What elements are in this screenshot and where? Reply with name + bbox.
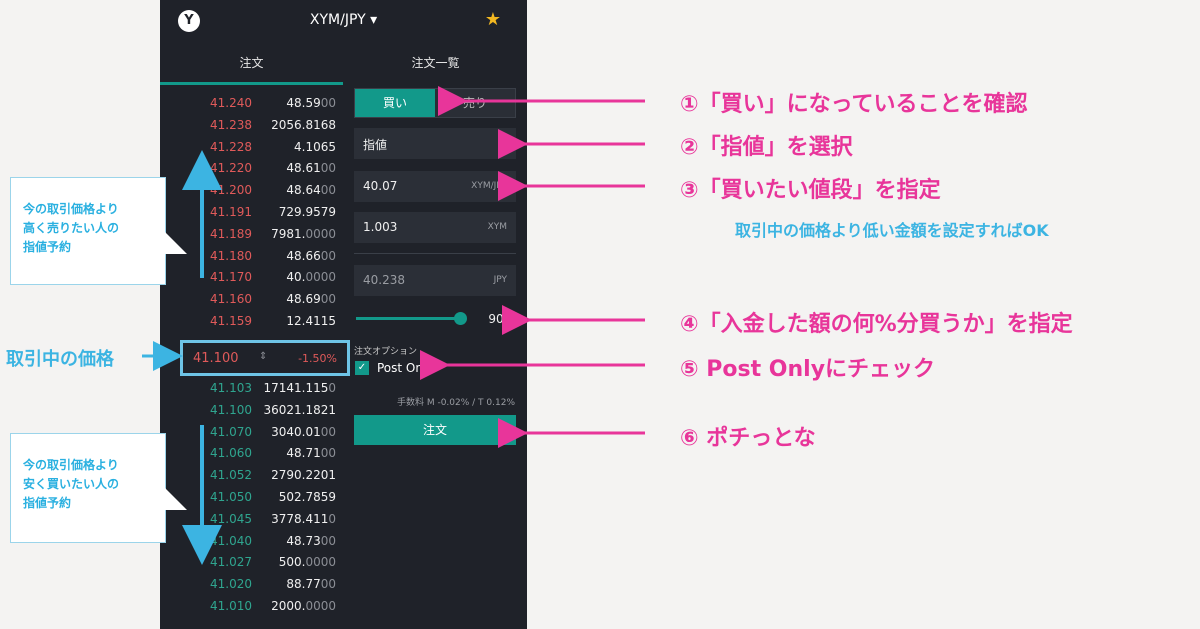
step3-text: ③「買いたい値段」を指定	[680, 178, 941, 203]
step1-text: ①「買い」になっていることを確認	[680, 92, 1028, 117]
sell-note-line: 高く売りたい人の	[23, 221, 120, 235]
sell-note-box: 今の取引価格より 高く売りたい人の 指値予約	[10, 177, 166, 285]
buy-note-tail	[165, 488, 187, 510]
current-price-label: 取引中の価格	[6, 349, 114, 370]
step4-text: ④「入金した額の何%分買うか」を指定	[680, 312, 1073, 337]
sell-note-line: 今の取引価格より	[23, 202, 119, 216]
step2-text: ②「指値」を選択	[680, 135, 853, 160]
step5-text: ⑤ Post Onlyにチェック	[680, 357, 936, 382]
buy-note-box: 今の取引価格より 安く買いたい人の 指値予約	[10, 433, 166, 543]
buy-note-line: 指値予約	[23, 496, 72, 510]
buy-note-line: 今の取引価格より	[23, 458, 119, 472]
sell-note-tail	[165, 232, 187, 254]
step3-subnote: 取引中の価格より低い金額を設定すればOK	[735, 221, 1049, 240]
step6-text: ⑥ ポチっとな	[680, 426, 816, 451]
buy-note-line: 安く買いたい人の	[23, 477, 120, 491]
sell-note-line: 指値予約	[23, 240, 72, 254]
